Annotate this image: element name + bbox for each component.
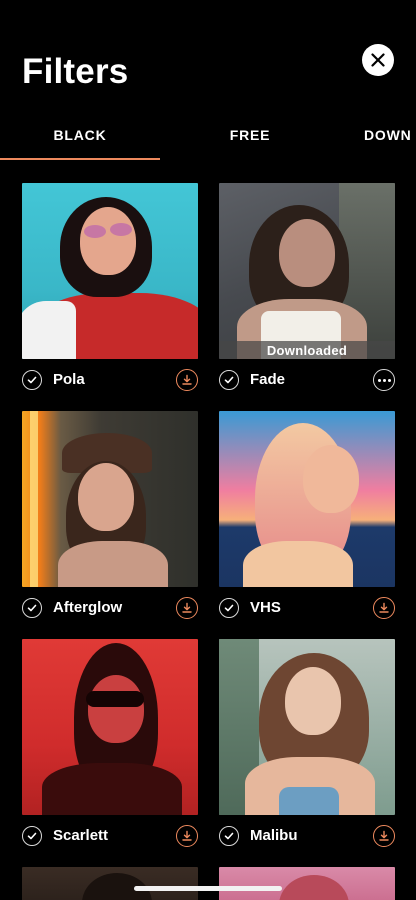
more-options-button[interactable] [373,369,395,391]
tab-free[interactable]: FREE [170,118,330,152]
download-icon [182,374,192,385]
download-button[interactable] [176,597,198,619]
filter-name: Afterglow [53,599,123,616]
select-check[interactable] [219,826,239,846]
tab-black[interactable]: BLACK [0,118,160,152]
filters-screen: Filters BLACK FREE DOWN Pola Downloaded … [0,0,416,900]
filter-preview-afterglow[interactable] [22,411,198,587]
select-check[interactable] [22,370,42,390]
download-icon [379,602,389,613]
download-icon [182,602,192,613]
filter-card-pola[interactable]: Pola [22,183,198,391]
download-button[interactable] [373,825,395,847]
select-check[interactable] [22,826,42,846]
checkmark-icon [224,832,234,840]
filter-card-vhs[interactable]: VHS [219,411,395,619]
close-button[interactable] [362,44,394,76]
filter-preview-partial-left[interactable] [22,867,198,900]
checkmark-icon [224,376,234,384]
checkmark-icon [224,604,234,612]
download-button[interactable] [176,825,198,847]
checkmark-icon [27,604,37,612]
filter-preview-vhs[interactable] [219,411,395,587]
download-button[interactable] [373,597,395,619]
filter-name: VHS [250,599,281,616]
download-button[interactable] [176,369,198,391]
filter-card-afterglow[interactable]: Afterglow [22,411,198,619]
home-indicator[interactable] [134,886,282,891]
downloaded-banner: Downloaded [219,341,395,359]
filter-card-scarlett[interactable]: Scarlett [22,639,198,847]
filter-card-partial-right[interactable] [219,867,395,900]
filter-card-partial-left[interactable] [22,867,198,900]
filter-name: Scarlett [53,827,109,844]
filter-preview-malibu[interactable] [219,639,395,815]
filter-card-malibu[interactable]: Malibu [219,639,395,847]
filter-preview-partial-right[interactable] [219,867,395,900]
checkmark-icon [27,832,37,840]
checkmark-icon [27,376,37,384]
filter-name: Fade [250,371,286,388]
download-icon [182,830,192,841]
filter-name: Pola [53,371,85,388]
select-check[interactable] [219,598,239,618]
ellipsis-icon [377,378,381,382]
close-icon [371,53,385,67]
filter-name: Malibu [250,827,298,844]
active-tab-indicator [0,158,160,160]
download-icon [379,830,389,841]
filter-preview-scarlett[interactable] [22,639,198,815]
filter-tabs: BLACK FREE DOWN [0,118,416,160]
page-title: Filters [22,52,129,91]
filter-card-fade[interactable]: Downloaded Fade [219,183,395,391]
select-check[interactable] [22,598,42,618]
select-check[interactable] [219,370,239,390]
tab-downloaded[interactable]: DOWN [364,118,416,152]
filter-preview-pola[interactable] [22,183,198,359]
filter-preview-fade[interactable]: Downloaded [219,183,395,359]
